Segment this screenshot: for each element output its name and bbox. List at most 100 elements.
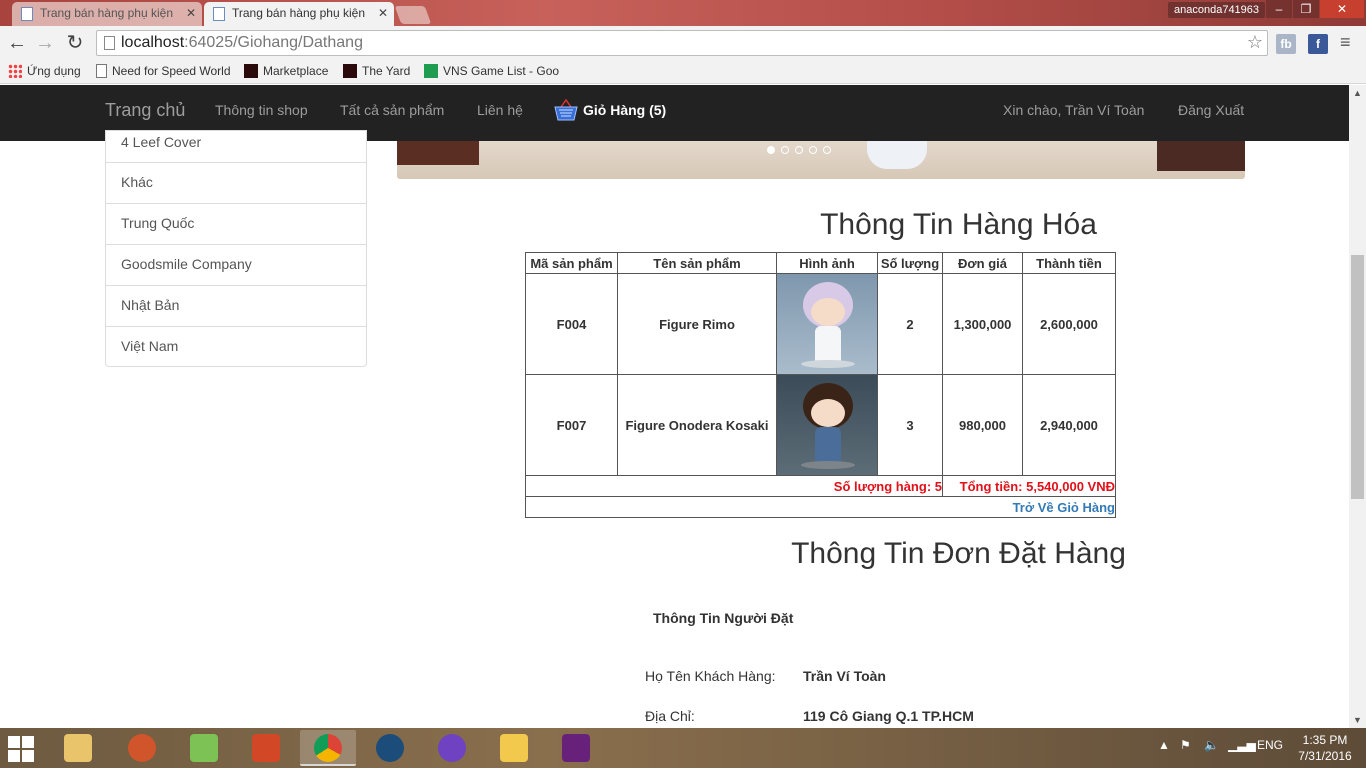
url-text: localhost:64025/Giohang/Dathang [121, 34, 363, 51]
bookmark-the-yard[interactable]: The Yard [343, 63, 410, 79]
figure-onodera-image [777, 375, 877, 475]
cell-image [776, 374, 878, 476]
flag-icon[interactable]: ⚑ [1180, 738, 1191, 752]
sidebar-item[interactable]: Khác [106, 163, 366, 204]
browser-tab-2[interactable]: Trang bán hàng phụ kiện ✕ [204, 2, 394, 26]
carousel-image-part [397, 141, 479, 165]
cell-code: F004 [525, 273, 618, 375]
table-row: F004 Figure Rimo 2 1,300,000 2,600,000 [525, 273, 1116, 375]
cell-total: 2,600,000 [1022, 273, 1116, 375]
windows-taskbar: ▲ ⚑ 🔈 ▁▃▅ ENG 1:35 PM 7/31/2016 [0, 728, 1366, 768]
browser-tab-title: Trang bán hàng phụ kiện [232, 6, 365, 20]
banner-carousel [397, 141, 1245, 179]
cell-price: 980,000 [942, 374, 1023, 476]
carousel-indicators [767, 141, 837, 159]
taskbar-clock[interactable]: 1:35 PM 7/31/2016 [1290, 732, 1360, 764]
bookmark-star-icon[interactable]: ☆ [1247, 32, 1263, 53]
order-title: Thông Tin Đơn Đặt Hàng [791, 537, 1126, 570]
file-explorer-icon[interactable] [50, 730, 106, 766]
nav-logout-link[interactable]: Đăng Xuất [1178, 102, 1244, 118]
chrome-icon[interactable] [300, 730, 356, 766]
carousel-image-part [1157, 141, 1245, 171]
browser-tab-1[interactable]: Trang bán hàng phụ kiện ✕ [12, 2, 202, 26]
carousel-dot[interactable] [781, 146, 789, 154]
summary-row: Số lượng hàng: 5 Tổng tiền: 5,540,000 VN… [525, 475, 1116, 497]
reload-icon[interactable]: ↻ [62, 30, 88, 56]
windows-start-icon[interactable] [8, 736, 34, 762]
back-to-cart-link[interactable]: Trở Về Giỏ Hàng [1013, 500, 1115, 515]
close-tab-icon[interactable]: ✕ [378, 2, 388, 24]
carousel-image-part [867, 141, 927, 169]
bookmark-need-for-speed[interactable]: Need for Speed World [96, 63, 232, 79]
bookmark-apps[interactable]: Ứng dụng [8, 63, 81, 79]
address-label: Địa Chỉ: [645, 708, 695, 724]
android-studio-icon[interactable] [176, 730, 232, 766]
back-arrow-icon[interactable]: ← [4, 30, 30, 56]
minimize-button[interactable]: – [1266, 0, 1292, 18]
cell-image [776, 273, 878, 375]
nav-cart-link[interactable]: Giỏ Hàng (5) [554, 98, 666, 122]
new-tab-button[interactable] [394, 6, 432, 24]
tray-chevron-icon[interactable]: ▲ [1158, 738, 1170, 752]
nav-shop-info-link[interactable]: Thông tin shop [215, 102, 308, 118]
nav-home-link[interactable]: Trang chủ [105, 100, 185, 121]
close-tab-icon[interactable]: ✕ [186, 2, 196, 24]
sticky-app-icon[interactable] [486, 730, 542, 766]
quantity-summary: Số lượng hàng: 5 [525, 475, 943, 497]
col-header-qty: Số lượng [877, 252, 943, 274]
figure-rimo-image [777, 274, 877, 374]
page-scrollbar[interactable]: ▲ ▼ [1349, 85, 1366, 728]
game-icon [244, 64, 258, 78]
nav-contact-link[interactable]: Liên hệ [477, 102, 523, 118]
back-cell: Trở Về Giỏ Hàng [525, 496, 1116, 518]
nav-greeting-link[interactable]: Xin chào, Trần Ví Toàn [1003, 102, 1144, 118]
page-icon [104, 36, 115, 50]
carousel-dot[interactable] [809, 146, 817, 154]
bookmarks-bar: Ứng dụng Need for Speed World Marketplac… [0, 60, 1366, 84]
audio-app-icon[interactable] [114, 730, 170, 766]
cell-qty: 3 [877, 374, 943, 476]
facebook-icon[interactable]: f [1308, 34, 1328, 54]
sidebar-item[interactable]: Goodsmile Company [106, 245, 366, 286]
tree-app-icon[interactable] [362, 730, 418, 766]
table-header-row: Mã sản phẩm Tên sản phẩm Hình ảnh Số lượ… [525, 252, 1116, 274]
carousel-dot[interactable] [767, 146, 775, 154]
sidebar-item[interactable]: Nhật Bản [106, 286, 366, 327]
browser-tab-strip: Trang bán hàng phụ kiện ✕ Trang bán hàng… [0, 0, 1366, 26]
page-icon [96, 64, 107, 78]
forward-arrow-icon[interactable]: → [32, 30, 58, 56]
language-indicator[interactable]: ENG [1257, 738, 1283, 752]
carousel-dot[interactable] [795, 146, 803, 154]
browser-toolbar: ← → ↻ localhost:64025/Giohang/Dathang ☆ … [0, 26, 1366, 60]
cell-price: 1,300,000 [942, 273, 1023, 375]
basket-icon [554, 98, 578, 121]
bookmark-vns-game-list[interactable]: VNS Game List - Goo [424, 63, 560, 79]
col-header-image: Hình ảnh [776, 252, 878, 274]
browser-tab-title: Trang bán hàng phụ kiện [40, 6, 173, 20]
powerpoint-icon[interactable] [238, 730, 294, 766]
github-icon[interactable] [424, 730, 480, 766]
visual-studio-icon[interactable] [548, 730, 604, 766]
address-bar[interactable]: localhost:64025/Giohang/Dathang ☆ [96, 30, 1268, 56]
table-row: F007 Figure Onodera Kosaki 3 980,000 2,9… [525, 374, 1116, 476]
extension-fb-icon[interactable]: fb [1276, 34, 1296, 54]
close-window-button[interactable]: ✕ [1320, 0, 1364, 18]
profile-badge[interactable]: anaconda741963 [1168, 2, 1266, 18]
back-row: Trở Về Giỏ Hàng [525, 496, 1116, 518]
carousel-dot[interactable] [823, 146, 831, 154]
volume-icon[interactable]: 🔈 [1204, 738, 1219, 752]
network-icon[interactable]: ▁▃▅ [1228, 738, 1256, 752]
chrome-menu-icon[interactable]: ≡ [1340, 32, 1351, 53]
sidebar-item[interactable]: 4 Leef Cover [106, 131, 366, 163]
cell-name: Figure Rimo [617, 273, 777, 375]
page-icon [213, 7, 225, 21]
scroll-down-icon[interactable]: ▼ [1349, 712, 1366, 728]
scroll-thumb[interactable] [1351, 255, 1364, 499]
cell-qty: 2 [877, 273, 943, 375]
bookmark-marketplace[interactable]: Marketplace [244, 63, 328, 79]
maximize-button[interactable]: ❐ [1293, 0, 1319, 18]
scroll-up-icon[interactable]: ▲ [1349, 85, 1366, 101]
goods-title: Thông Tin Hàng Hóa [820, 208, 1097, 241]
nav-all-products-link[interactable]: Tất cả sản phẩm [340, 102, 444, 118]
sidebar-item[interactable]: Việt Nam [106, 327, 366, 368]
